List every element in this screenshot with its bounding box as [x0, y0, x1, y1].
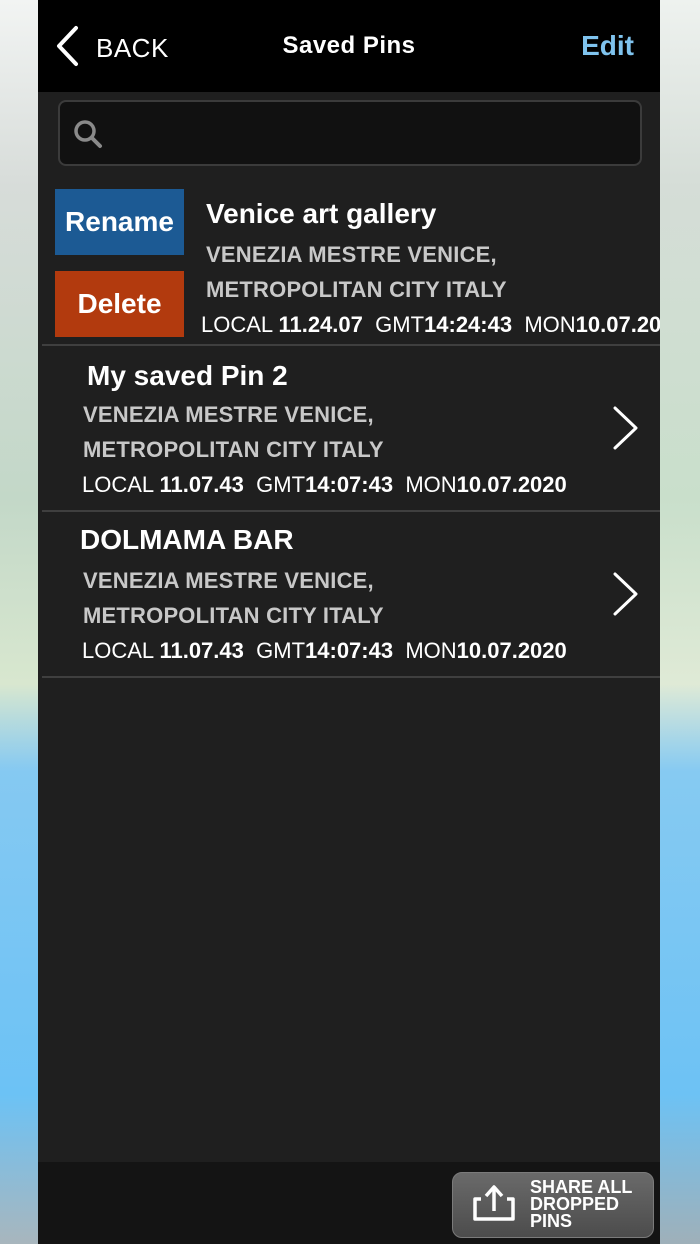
back-button[interactable]: BACK — [54, 25, 169, 72]
pin-name: My saved Pin 2 — [87, 360, 288, 391]
share-upload-icon — [471, 1183, 517, 1223]
search-input[interactable] — [114, 112, 628, 156]
pin-address-line1: VENEZIA MESTRE VENICE, — [206, 242, 497, 267]
nav-header: BACK Saved Pins Edit — [38, 0, 660, 92]
map-edge-right — [660, 0, 700, 1244]
pin-address-line1: VENEZIA MESTRE VENICE, — [83, 402, 374, 427]
delete-button[interactable]: Delete — [55, 271, 184, 337]
pin-address-line2: METROPOLITAN CITY ITALY — [83, 603, 384, 628]
pin-address-line1: VENEZIA MESTRE VENICE, — [83, 568, 374, 593]
search-icon — [72, 118, 104, 150]
share-label: SHARE ALL DROPPED PINS — [530, 1177, 633, 1231]
share-all-dropped-pins-button[interactable]: SHARE ALL DROPPED PINS — [452, 1172, 654, 1238]
pin-time-info: LOCAL 11.24.07 GMT14:24:43 MON10.07.2020 — [201, 312, 660, 337]
chevron-left-icon — [54, 25, 80, 72]
bottom-toolbar: SHARE ALL DROPPED PINS — [38, 1162, 660, 1244]
pin-address-line2: METROPOLITAN CITY ITALY — [83, 437, 384, 462]
back-label: BACK — [96, 32, 169, 63]
pin-name: Venice art gallery — [206, 198, 437, 229]
search-bar — [58, 100, 642, 166]
saved-pins-panel: BACK Saved Pins Edit Rename Delete Venic… — [38, 0, 660, 1244]
map-edge-left — [0, 0, 38, 1244]
edit-button[interactable]: Edit — [581, 30, 634, 62]
pin-time-info: LOCAL 11.07.43 GMT14:07:43 MON10.07.2020 — [82, 472, 567, 497]
rename-button[interactable]: Rename — [55, 189, 184, 255]
chevron-right-icon[interactable] — [610, 570, 640, 618]
pin-row-my-saved-pin-2[interactable]: My saved Pin 2 VENEZIA MESTRE VENICE, ME… — [42, 346, 660, 512]
pin-address-line2: METROPOLITAN CITY ITALY — [206, 277, 507, 302]
pin-row-venice-art-gallery[interactable]: Rename Delete Venice art gallery VENEZIA… — [42, 178, 660, 346]
pin-name: DOLMAMA BAR — [80, 524, 294, 555]
chevron-right-icon[interactable] — [610, 404, 640, 452]
pin-time-info: LOCAL 11.07.43 GMT14:07:43 MON10.07.2020 — [82, 638, 567, 663]
pin-row-dolmama-bar[interactable]: DOLMAMA BAR VENEZIA MESTRE VENICE, METRO… — [42, 512, 660, 678]
